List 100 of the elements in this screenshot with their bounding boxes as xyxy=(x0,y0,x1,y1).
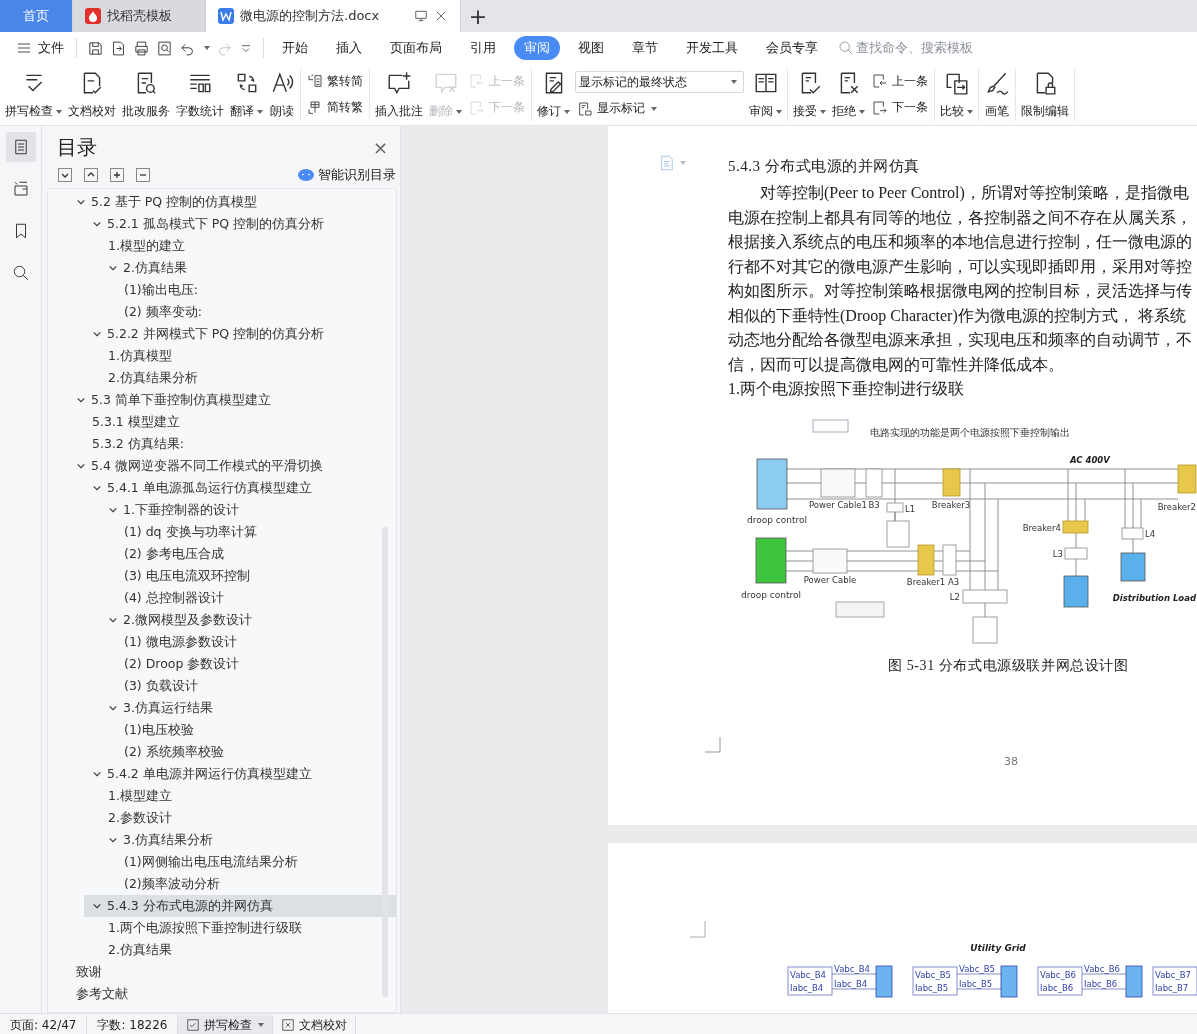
tab[interactable]: 找稻壳模板 xyxy=(73,0,206,32)
toc-item[interactable]: (4) 总控制器设计 xyxy=(116,587,396,609)
ribbon-button[interactable]: 拒绝 xyxy=(829,68,868,121)
toc-item[interactable]: (1) dq 变换与功率计算 xyxy=(116,521,396,543)
ribbon-button[interactable]: 拼写检查 xyxy=(2,68,65,121)
ribbon-button[interactable]: 翻译 xyxy=(227,68,266,121)
toc-item[interactable]: (2) 系统频率校验 xyxy=(116,741,396,763)
ribbon-tab[interactable]: 引用 xyxy=(460,36,506,60)
ribbon-button[interactable]: 文档校对 xyxy=(65,68,119,121)
ribbon-button[interactable]: 字数统计 xyxy=(173,68,227,121)
scrollbar[interactable] xyxy=(382,527,388,997)
ribbon-button[interactable]: 插入批注 xyxy=(372,68,426,121)
toc-item[interactable]: (3) 电压电流双环控制 xyxy=(116,565,396,587)
toc-item[interactable]: (2) 参考电压合成 xyxy=(116,543,396,565)
ribbon-button[interactable]: 上一条 xyxy=(870,71,930,91)
smart-toc-button[interactable]: 智能识别目录 xyxy=(298,166,396,184)
add-level-button[interactable] xyxy=(110,168,124,182)
toc-item[interactable]: 3.仿真结果分析 xyxy=(100,829,396,851)
paragraph-line: 对等控制(Peer to Peer Control)，所谓对等控制策略，是指微电 xyxy=(759,183,1190,204)
toc-item[interactable]: 参考文献 xyxy=(68,983,396,1005)
toc-item[interactable]: (1)电压校验 xyxy=(116,719,396,741)
ribbon-tab[interactable]: 视图 xyxy=(568,36,614,60)
toc-item[interactable]: 1.模型的建立 xyxy=(100,235,396,257)
file-menu[interactable]: 文件 xyxy=(8,39,72,57)
signal-label: Vabc_B5 xyxy=(959,964,995,974)
toc-rail-button[interactable] xyxy=(5,132,36,162)
toc-item[interactable]: 5.3.2 仿真结果: xyxy=(84,433,396,455)
toc-item[interactable]: 5.3.1 模型建立 xyxy=(84,411,396,433)
block-label: Power Cable xyxy=(803,574,857,585)
toc-item[interactable]: 2.仿真结果 xyxy=(100,257,396,279)
tab[interactable]: 微电源的控制方法.docx xyxy=(206,0,461,32)
toc-item[interactable]: 5.2 基于 PQ 控制的仿真模型 xyxy=(68,191,396,213)
toc-item[interactable]: 5.4.1 单电源孤岛运行仿真模型建立 xyxy=(84,477,396,499)
ribbon-tab[interactable]: 插入 xyxy=(326,36,372,60)
meter-block xyxy=(1121,527,1144,539)
menu-icon xyxy=(16,40,32,56)
toc-item[interactable]: 5.2.1 孤岛模式下 PQ 控制的仿真分析 xyxy=(84,213,396,235)
toc-item[interactable]: 5.3 简单下垂控制仿真模型建立 xyxy=(68,389,396,411)
ribbon-button[interactable]: 批改服务 xyxy=(119,68,173,121)
ribbon-tab[interactable]: 章节 xyxy=(622,36,668,60)
toc-item[interactable]: (1) 微电源参数设计 xyxy=(116,631,396,653)
ribbon-button[interactable]: 审阅 xyxy=(746,68,785,121)
ribbon-button[interactable]: 简转繁 xyxy=(305,98,365,118)
ribbon-button[interactable]: 下一条 xyxy=(870,98,930,118)
toc-item[interactable]: (1)输出电压: xyxy=(116,279,396,301)
expand-button[interactable] xyxy=(58,168,72,182)
save-icon xyxy=(87,39,104,57)
ribbon-button[interactable]: 限制编辑 xyxy=(1018,68,1072,121)
ribbon-button[interactable]: 繁转简 xyxy=(305,71,365,91)
ribbon-tab[interactable]: 开始 xyxy=(272,36,318,60)
toc-item[interactable]: 2.仿真结果分析 xyxy=(100,367,396,389)
ribbon-button[interactable]: 接受 xyxy=(790,68,829,121)
remove-level-button[interactable] xyxy=(136,168,150,182)
tab[interactable]: 首页 xyxy=(0,0,73,32)
toc-item[interactable]: 2.微网模型及参数设计 xyxy=(100,609,396,631)
toc-item[interactable]: 5.2.2 并网模式下 PQ 控制的仿真分析 xyxy=(84,323,396,345)
diagram-note: 电路实现的功能是两个电源按照下垂控制输出 xyxy=(870,426,1070,438)
toc-item[interactable]: 1.下垂控制器的设计 xyxy=(100,499,396,521)
markup-dropdown[interactable]: 显示标记的最终状态 xyxy=(575,71,744,93)
ribbon-tab[interactable]: 会员专享 xyxy=(756,36,828,60)
toc-item[interactable]: 5.4 微网逆变器不同工作模式的平滑切换 xyxy=(68,455,396,477)
toc-item[interactable]: 5.4.3 分布式电源的并网仿真 xyxy=(84,895,396,917)
collapse-button[interactable] xyxy=(84,168,98,182)
ribbon-button[interactable]: 修订 xyxy=(534,68,573,121)
export-icon xyxy=(110,39,127,57)
ribbon-button[interactable]: 画笔 xyxy=(981,68,1013,121)
ribbon-button[interactable]: 朗读 xyxy=(266,68,298,121)
toc-item[interactable]: 1.两个电源按照下垂控制进行级联 xyxy=(100,917,396,939)
new-tab-button[interactable]: + xyxy=(461,0,495,32)
signal-label: Iabc_B6 xyxy=(1040,983,1074,993)
toc-item[interactable]: (2)频率波动分析 xyxy=(116,873,396,895)
chevron-down-icon xyxy=(108,263,118,273)
toc-item[interactable]: 5.4.2 单电源并网运行仿真模型建立 xyxy=(84,763,396,785)
signal-line xyxy=(831,973,877,990)
toc-item[interactable]: 3.仿真运行结果 xyxy=(100,697,396,719)
source-label: droop control xyxy=(741,589,801,600)
convert-icon xyxy=(307,99,323,116)
toc-item[interactable]: (2) Droop 参数设计 xyxy=(116,653,396,675)
status-button[interactable]: 文档校对 xyxy=(273,1014,357,1034)
chevron-down-icon xyxy=(108,615,118,625)
close-button[interactable]: × xyxy=(372,137,388,158)
toc-item[interactable]: (1)网侧输出电压电流结果分析 xyxy=(116,851,396,873)
toc-item[interactable]: 致谢 xyxy=(68,961,396,983)
toc-item[interactable]: 1.仿真模型 xyxy=(100,345,396,367)
signal-label: Iabc_B5 xyxy=(959,979,993,989)
signal-label: Vabc_B6 xyxy=(1040,970,1076,980)
ribbon-tab[interactable]: 开发工具 xyxy=(676,36,748,60)
toc-item[interactable]: 1.模型建立 xyxy=(100,785,396,807)
ribbon-button[interactable]: 显示标记 xyxy=(575,99,744,118)
paragraph-line: 动态地分配给各微型电源来承担，实现电压和频率的自动调节，不 xyxy=(728,330,1193,350)
ribbon-tab[interactable]: 页面布局 xyxy=(380,36,452,60)
toc-item[interactable]: (3) 负载设计 xyxy=(116,675,396,697)
toc-item[interactable]: 2.仿真结果 xyxy=(100,939,396,961)
toc-item[interactable]: (2) 频率变动: xyxy=(116,301,396,323)
status-button[interactable]: 拼写检查 xyxy=(178,1014,274,1034)
block-label: L1 xyxy=(905,503,916,514)
block-label: Breaker3 xyxy=(931,499,971,510)
paragraph-line: 相似的下垂特性(Droop Character)作为微电源的控制方式， 将系统 xyxy=(728,305,1187,327)
ribbon-button[interactable]: 比较 xyxy=(937,68,976,121)
toc-item[interactable]: 2.参数设计 xyxy=(100,807,396,829)
